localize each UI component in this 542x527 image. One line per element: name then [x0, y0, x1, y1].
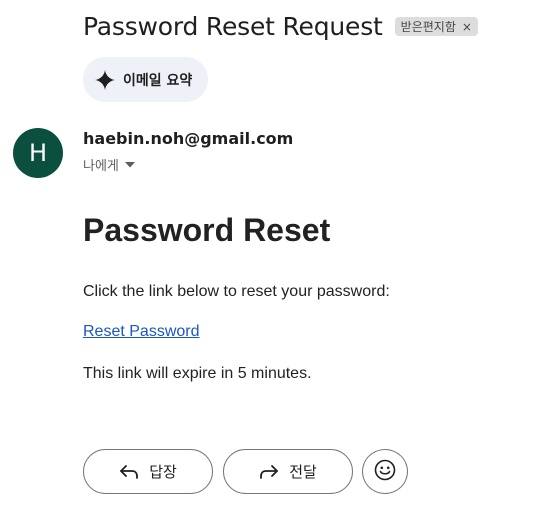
inbox-label-chip[interactable]: 받은편지함 ×	[394, 17, 478, 36]
summarize-email-label: 이메일 요약	[123, 72, 193, 89]
forward-label: 전달	[289, 463, 317, 481]
forward-button[interactable]: 전달	[223, 449, 353, 494]
email-body-intro: Click the link below to reset your passw…	[83, 283, 390, 300]
add-reaction-button[interactable]	[362, 449, 408, 494]
reply-label: 답장	[149, 463, 177, 481]
sender-avatar[interactable]: H	[13, 128, 63, 178]
forward-icon	[259, 464, 279, 480]
sender-email[interactable]: haebin.noh@gmail.com	[83, 129, 293, 148]
subject-row: Password Reset Request 받은편지함 ×	[83, 12, 478, 41]
email-subject: Password Reset Request	[83, 12, 383, 41]
remove-label-icon[interactable]: ×	[462, 20, 472, 34]
email-body-expiry-note: This link will expire in 5 minutes.	[83, 365, 312, 382]
reset-password-link[interactable]: Reset Password	[83, 323, 200, 341]
sparkle-icon	[95, 69, 115, 90]
caret-down-icon	[124, 161, 135, 168]
avatar-letter: H	[28, 139, 48, 167]
smiley-icon	[374, 459, 396, 485]
summarize-email-button[interactable]: 이메일 요약	[83, 57, 209, 102]
inbox-label-text: 받은편지함	[400, 20, 456, 34]
reply-button[interactable]: 답장	[83, 449, 213, 494]
email-body-heading: Password Reset	[83, 212, 331, 248]
reply-icon	[119, 464, 139, 480]
recipient-label: 나에게	[83, 159, 119, 174]
recipient-details-toggle[interactable]: 나에게	[83, 155, 135, 174]
